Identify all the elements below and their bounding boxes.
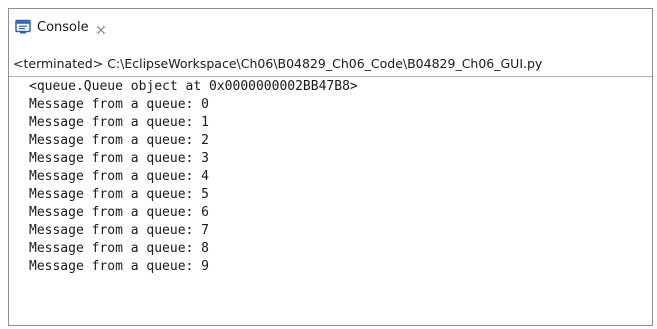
output-line: Message from a queue: 7 [29, 223, 210, 238]
output-line: Message from a queue: 8 [29, 241, 210, 256]
console-view: Console <terminated> C:\EclipseWorkspace… [8, 8, 653, 326]
close-icon[interactable] [95, 21, 107, 35]
divider [9, 76, 652, 77]
console-icon [15, 19, 31, 35]
output-line: <queue.Queue object at 0x0000000002BB47B… [29, 79, 358, 94]
output-line: Message from a queue: 4 [29, 169, 210, 184]
output-line: Message from a queue: 5 [29, 187, 210, 202]
output-line: Message from a queue: 1 [29, 115, 210, 130]
output-line: Message from a queue: 0 [29, 97, 210, 112]
tab-console-label: Console [37, 19, 89, 35]
process-status-label: <terminated> C:\EclipseWorkspace\Ch06\B0… [13, 56, 543, 71]
output-line: Message from a queue: 2 [29, 133, 210, 148]
output-line: Message from a queue: 3 [29, 151, 210, 166]
tab-console[interactable]: Console [15, 16, 107, 38]
output-line: Message from a queue: 9 [29, 259, 210, 274]
console-output[interactable]: <queue.Queue object at 0x0000000002BB47B… [9, 78, 652, 325]
view-tabbar: Console [9, 9, 652, 45]
output-line: Message from a queue: 6 [29, 205, 210, 220]
